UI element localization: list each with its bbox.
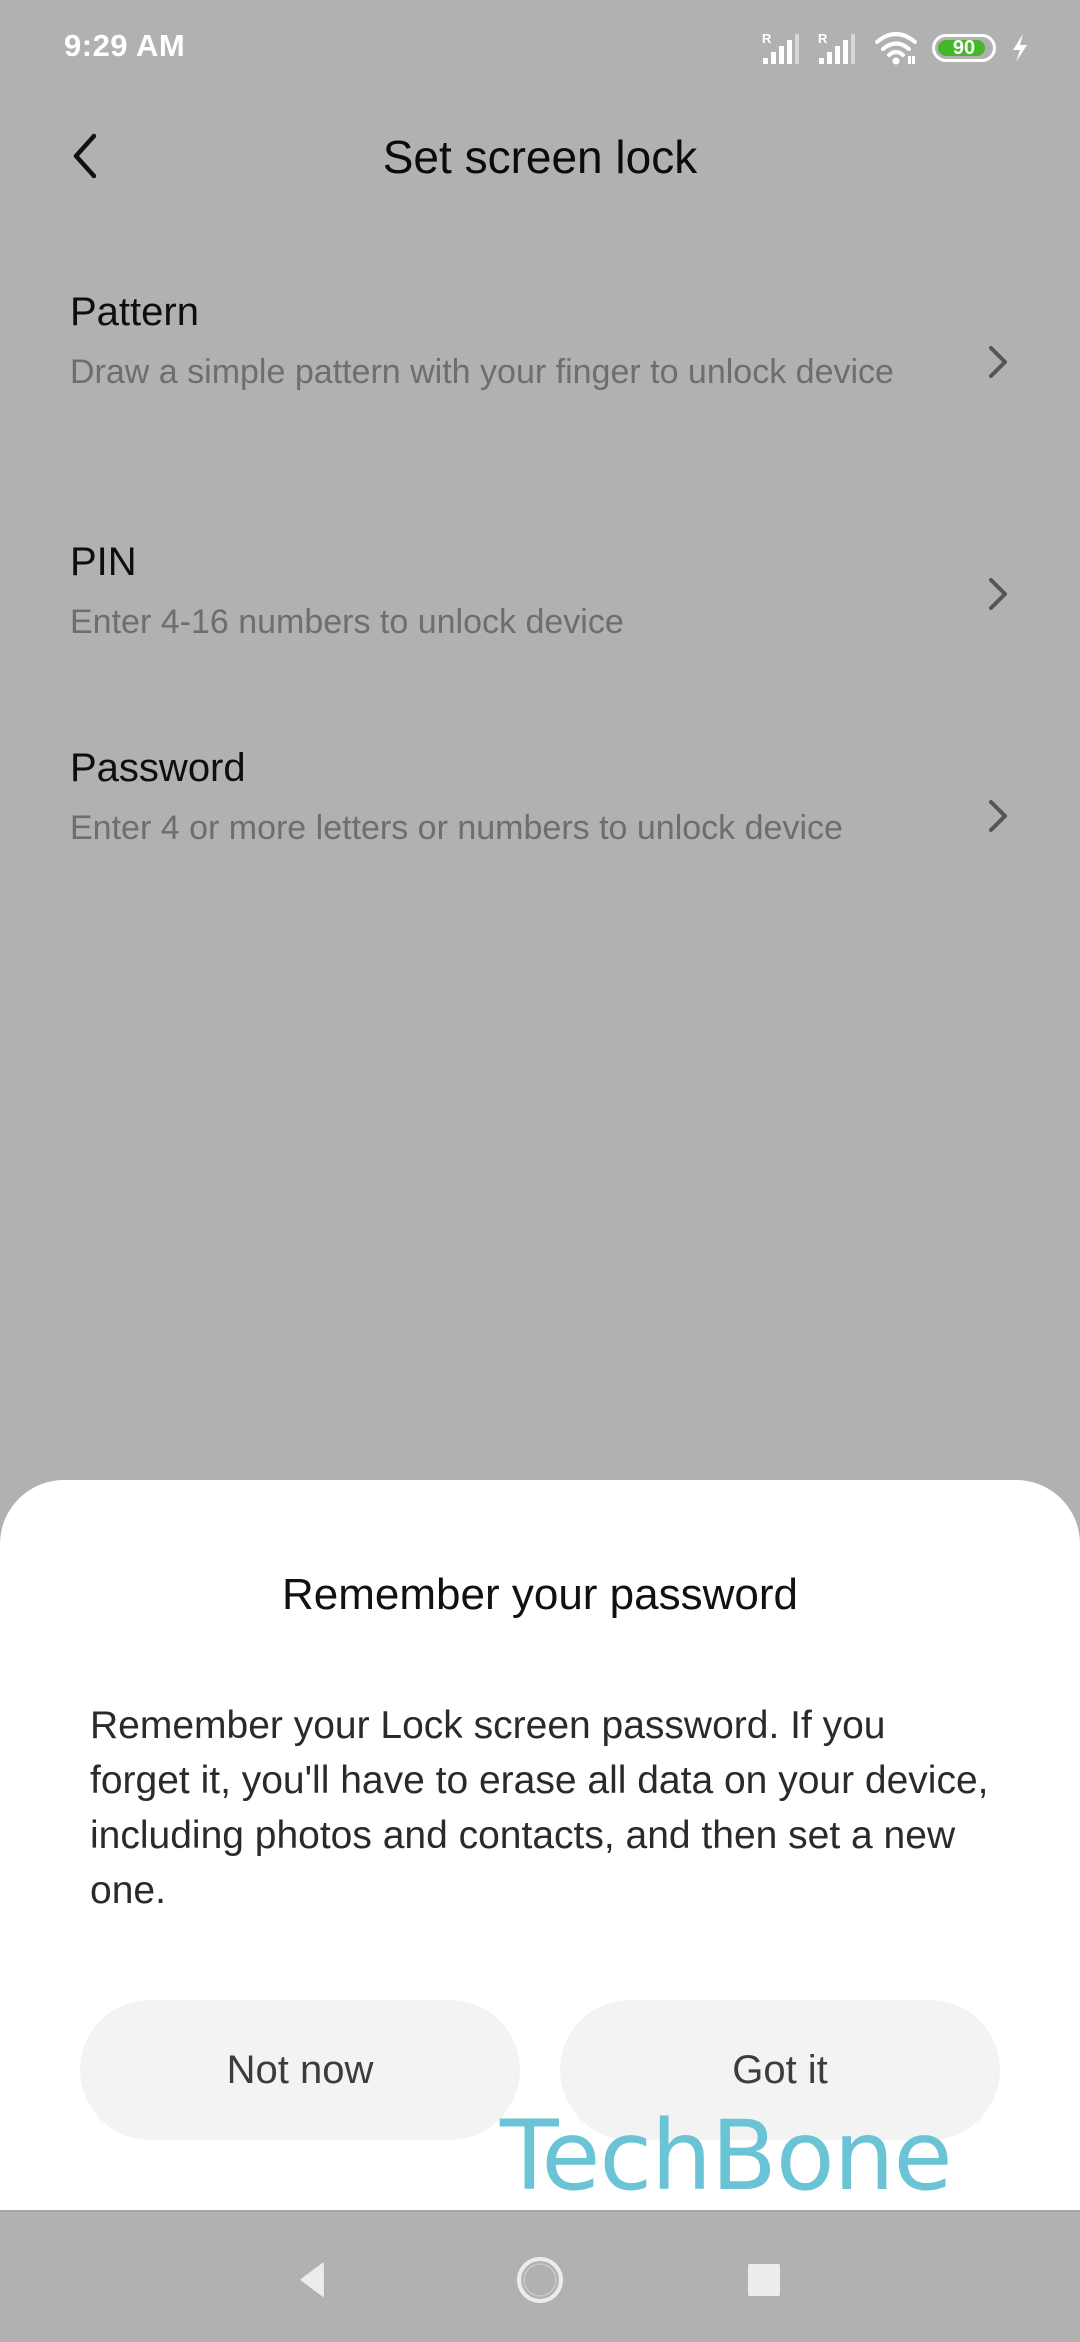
charging-bolt-icon [1013,34,1027,62]
dialog-message: Remember your Lock screen password. If y… [90,1704,989,1912]
option-description: Enter 4-16 numbers to unlock device [70,603,624,641]
option-title: Password [70,746,246,790]
chevron-right-icon [989,578,1007,610]
battery-indicator: 90 [932,34,996,62]
status-icons: R R 90 [762,30,1030,66]
not-now-button[interactable]: Not now [80,2000,520,2140]
battery-level: 90 [952,36,976,59]
status-time: 9:29 AM [64,28,186,63]
option-description: Enter 4 or more letters or numbers to un… [70,809,843,847]
recents-square-icon[interactable] [734,2250,794,2310]
chevron-right-icon [989,346,1007,378]
cell-signal-icon-2: R [818,31,855,64]
back-triangle-icon[interactable] [284,2250,344,2310]
remember-password-dialog: Remember your password Remember your Loc… [0,1480,1080,2212]
option-password[interactable]: Password Enter 4 or more letters or numb… [0,736,1080,916]
home-circle-icon[interactable] [510,2250,570,2310]
option-title: PIN [70,540,137,584]
status-bar: 9:29 AM R R 90 [0,0,1080,96]
page-title: Set screen lock [382,131,698,183]
wifi-icon [875,32,917,65]
option-pin[interactable]: PIN Enter 4-16 numbers to unlock device [0,530,1080,660]
dialog-title: Remember your password [282,1570,798,1619]
option-description: Draw a simple pattern with your finger t… [70,353,894,391]
system-nav-bar [0,2210,1080,2342]
roaming-label: R [762,31,772,46]
roaming-label-2: R [818,31,828,46]
option-pattern[interactable]: Pattern Draw a simple pattern with your … [0,280,1080,460]
chevron-right-icon [989,800,1007,832]
techbone-watermark: TechBone [500,2100,953,2212]
cell-signal-icon: R [762,31,799,64]
option-title: Pattern [70,290,199,334]
app-header: Set screen lock [0,96,1080,216]
